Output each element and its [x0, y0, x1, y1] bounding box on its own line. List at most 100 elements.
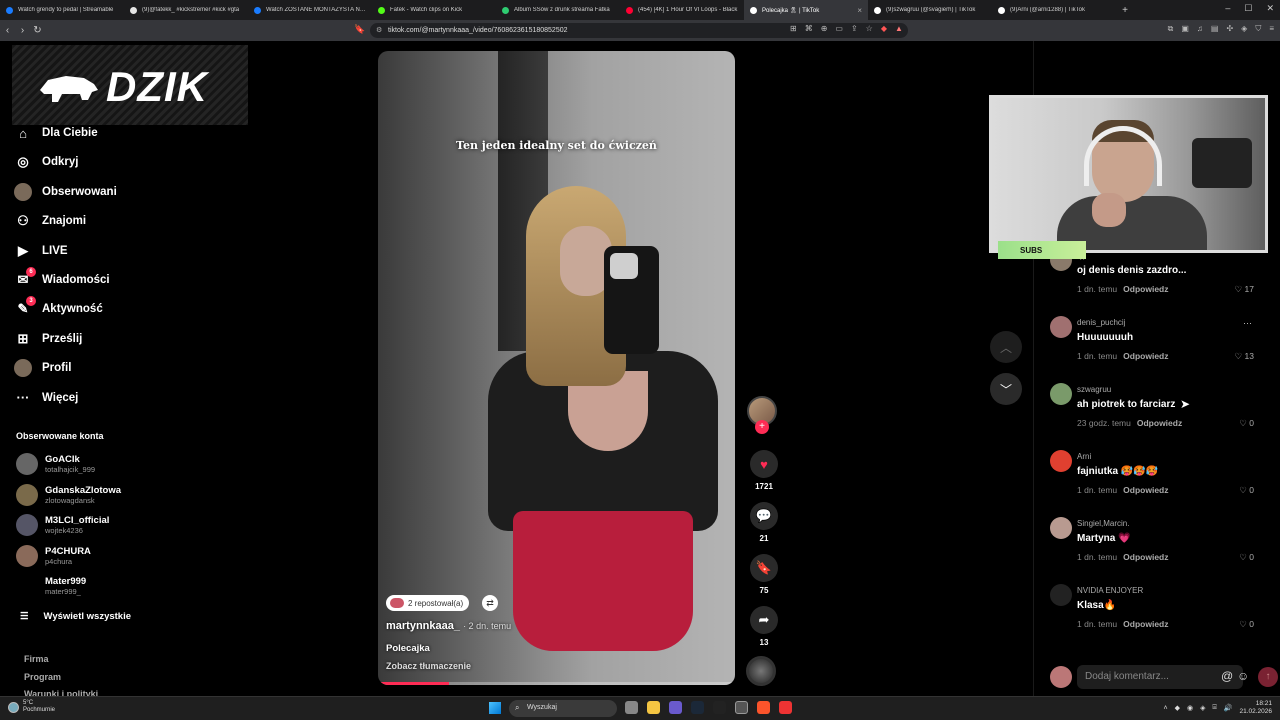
panel-icon[interactable]: ▤: [1211, 24, 1219, 34]
commenter-avatar[interactable]: [1050, 383, 1072, 405]
sidebar-item-compass[interactable]: ◎ Odkryj: [14, 153, 78, 171]
windows-start-icon[interactable]: [489, 702, 501, 714]
comment-like-button[interactable]: ♡ 0: [1239, 485, 1254, 496]
translate-icon[interactable]: ⌘: [805, 24, 813, 33]
commenter-name[interactable]: Arni: [1077, 452, 1091, 461]
commenter-avatar[interactable]: [1050, 584, 1072, 606]
sidebar-icon[interactable]: ▣: [1181, 24, 1189, 34]
tray-app-icon[interactable]: ◈: [1200, 704, 1205, 712]
repost-pill[interactable]: 2 repostował(a): [386, 595, 470, 611]
sidebar-item-following[interactable]: Obserwowani: [14, 182, 117, 201]
tab-active[interactable]: Polecajka 🎗 | TikTok ×: [744, 0, 868, 20]
sidebar-item-friends[interactable]: ⚇ Znajomi: [14, 212, 86, 230]
video-progress-bar[interactable]: [378, 682, 735, 685]
task-view-icon[interactable]: [625, 701, 638, 714]
capcut-icon[interactable]: [713, 701, 726, 714]
reply-link[interactable]: Odpowiedz: [1137, 418, 1182, 428]
browser-tab[interactable]: Fatek - Watch clips on Kick: [372, 0, 496, 20]
commenter-avatar[interactable]: [1050, 517, 1072, 539]
taskbar-search[interactable]: ⌕ Wyszukaj: [509, 700, 617, 717]
back-icon[interactable]: ‹: [0, 25, 15, 36]
browser-tab[interactable]: Watch ZOSTANE MONTAZYSTA NIE!: [248, 0, 372, 20]
forward-icon[interactable]: ›: [15, 25, 30, 36]
emoji-icon[interactable]: ☺: [1237, 669, 1249, 683]
network-icon[interactable]: ⌸: [1213, 704, 1217, 712]
commenter-avatar[interactable]: [1050, 450, 1072, 472]
footer-link-program[interactable]: Program: [24, 672, 61, 682]
share-button[interactable]: ➦ 13: [746, 606, 782, 647]
discord-icon[interactable]: [669, 701, 682, 714]
file-explorer-icon[interactable]: [647, 701, 660, 714]
sidebar-item-messages[interactable]: ✉ 6 Wiadomości: [14, 267, 110, 289]
followed-account[interactable]: GdanskaZlotowa zlotowagdansk: [16, 483, 121, 506]
comment-like-button[interactable]: ♡ 0: [1239, 552, 1254, 563]
reply-link[interactable]: Odpowiedz: [1123, 485, 1168, 495]
comment-like-button[interactable]: ♡ 13: [1235, 351, 1254, 362]
browser-tab[interactable]: (9)@fatekk_ #kickstremer #kick #gta: [124, 0, 248, 20]
wallet-icon[interactable]: ◈: [1241, 24, 1247, 34]
repost-icon[interactable]: ⇄: [482, 595, 498, 611]
share-icon[interactable]: ⇪: [851, 24, 858, 33]
comment-like-button[interactable]: ♡ 0: [1239, 619, 1254, 630]
comment-like-button[interactable]: ♡ 17: [1235, 284, 1254, 295]
tray-chevron-icon[interactable]: ˄: [1164, 705, 1168, 712]
tray-app-icon[interactable]: ◉: [1187, 704, 1193, 712]
followed-account[interactable]: P4CHURA p4chura: [16, 544, 91, 567]
video-player[interactable]: Ten jeden idealny set do ćwiczeń 2 repos…: [378, 51, 735, 685]
see-translation-link[interactable]: Zobacz tłumaczenie: [386, 661, 471, 671]
brave-shield-icon[interactable]: ◆: [881, 24, 887, 33]
menu-icon[interactable]: ≡: [1269, 24, 1274, 34]
video-author[interactable]: martynnkaaa_ · 2 dn. temu: [386, 620, 511, 632]
sidebar-item-upload[interactable]: ⊞ Prześlij: [14, 330, 83, 348]
steam-icon[interactable]: [691, 701, 704, 714]
app-icon[interactable]: [779, 701, 792, 714]
followed-account[interactable]: Mater999 mater999_: [16, 575, 86, 597]
extension-icon[interactable]: ⧉: [1168, 24, 1174, 34]
commenter-name[interactable]: szwagruu: [1077, 385, 1111, 394]
reader-icon[interactable]: ⊞: [790, 24, 797, 33]
show-all-link[interactable]: ☰ Wyświetl wszystkie: [20, 611, 131, 622]
music-disc-icon[interactable]: [746, 656, 776, 686]
new-tab-button[interactable]: +: [1116, 5, 1134, 16]
site-info-icon[interactable]: ⚙: [376, 26, 382, 34]
scroll-up-button[interactable]: ︿: [990, 331, 1022, 363]
minimize-button[interactable]: –: [1225, 3, 1230, 14]
dzik-logo[interactable]: DZIK: [12, 45, 248, 125]
reply-link[interactable]: Odpowiedz: [1123, 284, 1168, 294]
maximize-button[interactable]: ☐: [1244, 3, 1252, 14]
comment-button[interactable]: 💬 21: [746, 502, 782, 543]
commenter-avatar[interactable]: [1050, 316, 1072, 338]
screen-icon[interactable]: ▭: [835, 24, 843, 33]
commenter-name[interactable]: denis_puchcij: [1077, 318, 1125, 327]
scroll-down-button[interactable]: ﹀: [990, 373, 1022, 405]
sidebar-item-live[interactable]: ▶ LIVE: [14, 242, 68, 260]
browser-tab[interactable]: (9)szwagruu (@svagierh) | TikTok: [868, 0, 992, 20]
comment-like-button[interactable]: ♡ 0: [1239, 418, 1254, 429]
comment-more-icon[interactable]: ···: [1243, 318, 1252, 328]
reply-link[interactable]: Odpowiedz: [1123, 351, 1168, 361]
obs-icon[interactable]: [735, 701, 748, 714]
followed-account[interactable]: GoACIk totalhajcik_999: [16, 453, 95, 475]
browser-tab[interactable]: Album SSów z drunk streama Fatka: [496, 0, 620, 20]
send-comment-button[interactable]: ↑: [1258, 667, 1278, 687]
commenter-name[interactable]: NVIDIA ENJOYER: [1077, 586, 1143, 595]
brave-icon[interactable]: [757, 701, 770, 714]
browser-tab[interactable]: (454) [4K] 1 Hour Of VI Loops - Black: [620, 0, 744, 20]
mention-icon[interactable]: @: [1221, 669, 1233, 683]
music-icon[interactable]: ♫: [1197, 24, 1203, 34]
sidebar-item-activity[interactable]: ✎ 3 Aktywność: [14, 296, 103, 318]
follow-plus-icon[interactable]: +: [755, 420, 769, 434]
bookmark-star-icon[interactable]: ☆: [866, 24, 873, 33]
clock[interactable]: 18:21 21.02.2026: [1239, 700, 1272, 716]
browser-tab[interactable]: Watch grendy to pedal | Streamable: [0, 0, 124, 20]
weather-widget[interactable]: 5°C Pochmurnie: [8, 700, 55, 714]
close-tab-icon[interactable]: ×: [857, 6, 862, 15]
save-button[interactable]: 🔖 75: [746, 554, 782, 595]
close-window-button[interactable]: ✕: [1266, 3, 1274, 14]
sidebar-item-home[interactable]: ⌂ Dla Ciebie: [14, 124, 98, 142]
commenter-name[interactable]: Singiel,Marcin.: [1077, 519, 1129, 528]
zoom-icon[interactable]: ⊕: [821, 24, 828, 33]
reply-link[interactable]: Odpowiedz: [1123, 619, 1168, 629]
comment-input[interactable]: Dodaj komentarz...: [1077, 665, 1243, 689]
reply-link[interactable]: Odpowiedz: [1123, 552, 1168, 562]
